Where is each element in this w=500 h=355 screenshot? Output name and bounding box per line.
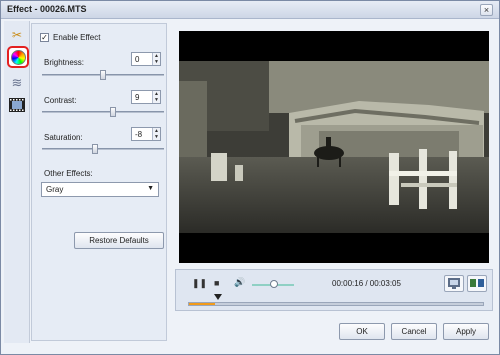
cancel-label: Cancel	[401, 327, 427, 336]
saturation-spinbox[interactable]: -8 ▲ ▼	[131, 127, 161, 141]
brightness-slider[interactable]	[42, 70, 164, 80]
restore-defaults-label: Restore Defaults	[89, 236, 149, 245]
crop-tool-button[interactable]: ✂	[6, 25, 28, 45]
enable-effect-checkbox[interactable]: ✓	[40, 33, 49, 42]
split-view-icon	[470, 279, 484, 287]
volume-icon[interactable]: 🔊	[234, 277, 245, 288]
brightness-value: 0	[135, 55, 140, 64]
stop-button[interactable]: ■	[214, 278, 219, 288]
cancel-button[interactable]: Cancel	[391, 323, 437, 340]
contrast-label: Contrast:	[44, 96, 77, 105]
brightness-label: Brightness:	[44, 58, 85, 67]
other-effects-value: Gray	[46, 185, 64, 194]
saturation-label: Saturation:	[44, 133, 83, 142]
saturation-slider-thumb[interactable]	[92, 144, 98, 154]
close-button[interactable]: ×	[480, 4, 493, 16]
watermark-icon: ≋	[11, 75, 23, 90]
playback-controls: ❚❚ ■ 🔊 00:00:16 / 00:03:05	[175, 269, 493, 311]
window-title: Effect - 00026.MTS	[7, 4, 87, 14]
effect-tool-button[interactable]	[7, 46, 29, 68]
contrast-down-arrow-icon[interactable]: ▼	[152, 97, 160, 103]
restore-defaults-button[interactable]: Restore Defaults	[74, 232, 164, 249]
effect-toolbar: ✂ ≋	[4, 21, 30, 343]
effect-dialog: Effect - 00026.MTS × ✂ ≋ ✓ Enable Effect…	[0, 0, 500, 355]
pause-button[interactable]: ❚❚	[192, 278, 207, 289]
brightness-down-arrow-icon[interactable]: ▼	[152, 59, 160, 65]
watermark-tool-button[interactable]: ≋	[6, 73, 28, 93]
saturation-down-arrow-icon[interactable]: ▼	[152, 134, 160, 140]
saturation-slider[interactable]	[42, 144, 164, 154]
ok-label: OK	[356, 327, 368, 336]
playhead-marker[interactable]	[214, 294, 222, 300]
video-frame	[179, 61, 489, 233]
original-view-button[interactable]	[444, 275, 464, 292]
timeline-track[interactable]	[188, 302, 484, 306]
close-icon: ×	[483, 5, 490, 15]
trim-tool-button[interactable]	[6, 95, 28, 115]
contrast-slider[interactable]	[42, 107, 164, 117]
contrast-value: 9	[135, 93, 140, 102]
checkmark-icon: ✓	[41, 33, 48, 42]
scissors-icon: ✂	[11, 28, 23, 42]
color-wheel-icon	[10, 49, 26, 65]
timeline-progress	[189, 303, 216, 305]
playback-time: 00:00:16 / 00:03:05	[332, 279, 401, 288]
apply-button[interactable]: Apply	[443, 323, 489, 340]
title-bar: Effect - 00026.MTS ×	[1, 1, 499, 19]
contrast-spinbox[interactable]: 9 ▲ ▼	[131, 90, 161, 104]
chevron-down-icon: ▼	[147, 185, 154, 192]
video-preview	[179, 31, 489, 263]
apply-label: Apply	[455, 327, 476, 336]
effect-settings-panel: ✓ Enable Effect Brightness: 0 ▲ ▼ Contra…	[31, 23, 167, 341]
split-view-button[interactable]	[467, 275, 487, 292]
other-effects-dropdown[interactable]: Gray ▼	[41, 182, 159, 197]
volume-slider-thumb[interactable]	[270, 280, 278, 288]
monitor-icon	[448, 278, 460, 289]
ok-button[interactable]: OK	[339, 323, 385, 340]
other-effects-label: Other Effects:	[44, 169, 93, 178]
film-strip-icon	[9, 98, 25, 112]
brightness-slider-thumb[interactable]	[100, 70, 106, 80]
contrast-slider-thumb[interactable]	[110, 107, 116, 117]
brightness-spinbox[interactable]: 0 ▲ ▼	[131, 52, 161, 66]
saturation-value: -8	[135, 130, 143, 139]
enable-effect-label: Enable Effect	[53, 33, 101, 42]
